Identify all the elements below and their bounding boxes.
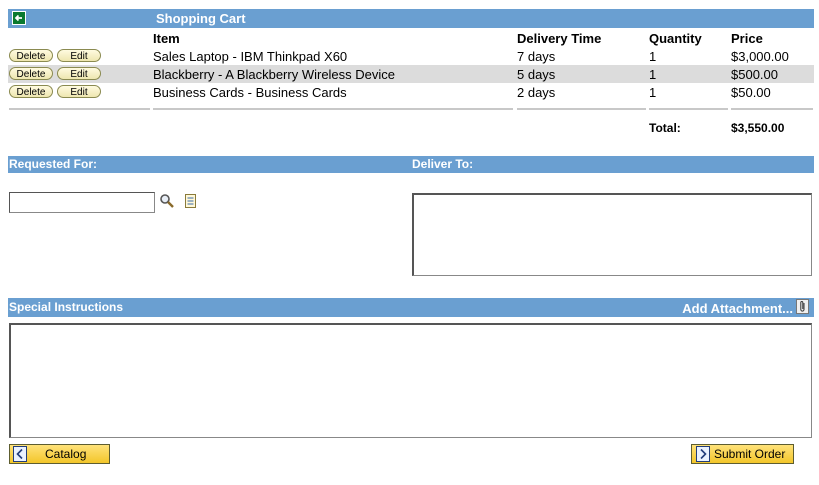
edit-button[interactable]: Edit <box>57 85 101 98</box>
forward-arrow-icon <box>696 446 710 462</box>
table-divider <box>649 108 728 110</box>
price: $50.00 <box>731 85 771 100</box>
back-arrow-icon[interactable] <box>12 11 26 25</box>
deliver-to-label: Deliver To: <box>412 157 474 171</box>
table-divider <box>9 108 150 110</box>
add-attachment-link[interactable]: Add Attachment... <box>682 301 793 316</box>
table-divider <box>731 108 813 110</box>
requested-for-label: Requested For: <box>9 157 98 171</box>
column-header-quantity: Quantity <box>649 31 702 46</box>
column-header-price: Price <box>731 31 763 46</box>
table-row: Delete Edit Sales Laptop - IBM Thinkpad … <box>8 47 814 65</box>
table-row: Delete Edit Blackberry - A Blackberry Wi… <box>8 65 814 83</box>
item-name: Business Cards - Business Cards <box>153 85 347 100</box>
quantity: 1 <box>649 67 657 82</box>
paperclip-icon[interactable] <box>796 299 809 314</box>
edit-button[interactable]: Edit <box>57 67 101 80</box>
catalog-button[interactable]: Catalog <box>9 444 110 464</box>
total-value: $3,550.00 <box>731 121 785 135</box>
special-instructions-textarea[interactable] <box>9 323 812 438</box>
table-divider <box>517 108 646 110</box>
edit-button[interactable]: Edit <box>57 49 101 62</box>
quantity: 1 <box>649 49 657 64</box>
back-arrow-icon <box>13 446 27 462</box>
special-instructions-header: Special Instructions Add Attachment... <box>8 298 814 317</box>
submit-order-button[interactable]: Submit Order <box>691 444 794 464</box>
delete-button[interactable]: Delete <box>9 85 53 98</box>
search-icon[interactable] <box>159 193 175 209</box>
total-label: Total: <box>649 121 681 135</box>
price: $3,000.00 <box>731 49 789 64</box>
item-name: Blackberry - A Blackberry Wireless Devic… <box>153 67 396 82</box>
delete-button[interactable]: Delete <box>9 49 53 62</box>
delivery-time: 2 days <box>517 85 556 100</box>
delivery-time: 5 days <box>517 67 556 82</box>
page-title: Shopping Cart <box>156 11 246 26</box>
price: $500.00 <box>731 67 778 82</box>
delivery-time: 7 days <box>517 49 556 64</box>
cart-header: Shopping Cart <box>8 9 814 28</box>
requested-for-input[interactable] <box>9 192 155 213</box>
quantity: 1 <box>649 85 657 100</box>
table-divider <box>153 108 513 110</box>
column-header-delivery: Delivery Time <box>517 31 602 46</box>
address-book-icon[interactable] <box>184 193 198 209</box>
delete-button[interactable]: Delete <box>9 67 53 80</box>
special-instructions-label: Special Instructions <box>9 300 124 314</box>
item-name: Sales Laptop - IBM Thinkpad X60 <box>153 49 348 64</box>
table-row: Delete Edit Business Cards - Business Ca… <box>8 83 814 101</box>
recipient-section-header: Requested For: Deliver To: <box>8 156 814 173</box>
submit-order-button-label: Submit Order <box>714 447 786 461</box>
catalog-button-label: Catalog <box>45 447 87 461</box>
deliver-to-textarea[interactable] <box>412 193 812 276</box>
column-header-item: Item <box>153 31 180 46</box>
